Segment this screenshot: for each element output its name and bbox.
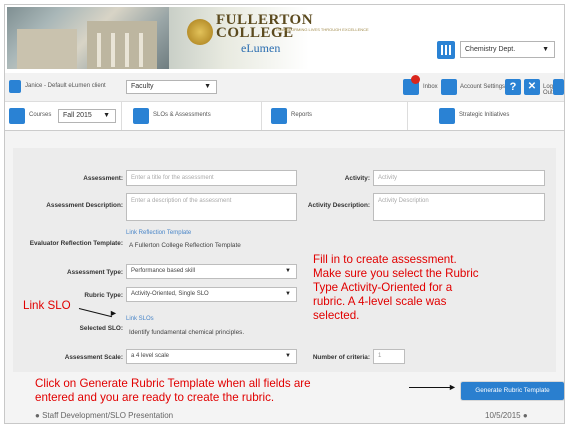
inbox-link[interactable]: Inbox [423,84,438,90]
tab-courses[interactable]: Courses Fall 2015 ▼ [5,102,122,130]
rubric-type-select[interactable]: Activity-Oriented, Single SLO ▼ [126,287,297,302]
user-icon [9,80,21,93]
tab-strategic-initiatives[interactable]: Strategic Initiatives [407,102,564,130]
tab-slos-assessments[interactable]: SLOs & Assessments [121,102,262,130]
activity-label: Activity: [344,175,370,182]
reflection-template-value: A Fullerton College Reflection Template [129,242,241,249]
courses-icon [9,108,25,124]
assessment-scale-label: Assessment Scale: [64,354,123,361]
inbox-icon[interactable] [403,75,420,95]
term-select[interactable]: Fall 2015 ▼ [58,109,116,123]
selected-slo-label: Selected SLO: [79,325,123,332]
reports-icon [271,108,287,124]
link-slos[interactable]: Link SLOs [126,316,154,322]
footer-date: 10/5/2015 ● [485,411,528,420]
tab-reports[interactable]: Reports [261,102,408,130]
activity-input[interactable]: Activity [373,170,545,186]
slide-frame: FULLERTON COLLEGE TRANSFORMING LIVES THR… [0,0,567,426]
elumen-logo-text: eLumen [241,41,281,55]
generate-rubric-template-button[interactable]: Generate Rubric Template [461,382,564,400]
app-header: FULLERTON COLLEGE TRANSFORMING LIVES THR… [5,5,564,74]
strategic-icon [439,108,455,124]
user-name: Janice - Default eLumen client [25,83,106,89]
assessment-type-select[interactable]: Performance based skill ▼ [126,264,297,279]
logo-tagline: TRANSFORMING LIVES THROUGH EXCELLENCE [275,27,369,32]
department-icon [437,41,455,59]
activity-description-input[interactable]: Activity Description [373,193,545,221]
assessment-type-label: Assessment Type: [67,269,123,276]
footer-presentation-title: ● Staff Development/SLO Presentation [35,411,174,420]
college-seal-icon [187,19,213,45]
assessment-description-input[interactable]: Enter a description of the assessment [126,193,297,221]
link-reflection-template[interactable]: Link Reflection Template [126,230,191,236]
campus-photo [7,7,169,69]
account-settings-link[interactable]: Account Settings [460,84,505,90]
app-window: FULLERTON COLLEGE TRANSFORMING LIVES THR… [4,4,565,424]
activity-description-label: Activity Description: [307,202,370,209]
selected-slo-value: Identify fundamental chemical principles… [129,329,245,336]
link-slo-arrow-head: ► [109,308,118,318]
department-select[interactable]: Chemistry Dept. ▼ [460,41,555,58]
generate-arrow [409,387,451,388]
number-of-criteria-input[interactable]: 1 [373,349,405,364]
assessment-label: Assessment: [83,175,123,182]
link-slo-annotation: Link SLO [23,299,71,312]
slos-icon [133,108,149,124]
rubric-type-label: Rubric Type: [84,292,123,299]
help-button[interactable]: ? [505,79,521,95]
assessment-description-label: Assessment Description: [46,202,123,209]
account-settings-icon[interactable] [441,79,457,95]
download-icon[interactable] [553,79,564,95]
evaluator-template-label: Evaluator Reflection Template: [29,240,123,247]
generate-arrow-head: ► [448,382,457,392]
number-of-criteria-label: Number of criteria: [312,354,370,361]
logout-icon[interactable]: ✕ [524,79,540,95]
main-tabs: Courses Fall 2015 ▼ SLOs & Assessments Re… [5,102,564,131]
generate-annotation: Click on Generate Rubric Template when a… [35,377,311,404]
assessment-scale-select[interactable]: a 4 level scale ▼ [126,349,297,364]
fill-in-annotation: Fill in to create assessment. Make sure … [313,253,479,322]
assessment-title-input[interactable]: Enter a title for the assessment [126,170,297,186]
user-bar: Janice - Default eLumen client Faculty ▼ … [5,73,564,102]
role-select[interactable]: Faculty ▼ [126,80,217,94]
